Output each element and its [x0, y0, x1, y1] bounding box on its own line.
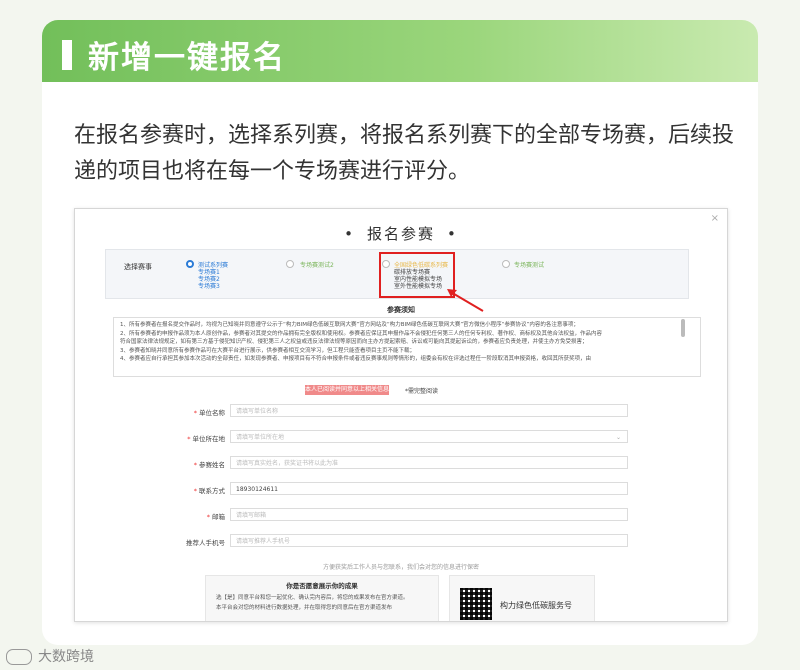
field-label-name: * 参赛姓名: [193, 461, 225, 469]
description-text: 在报名参赛时，选择系列赛，将报名系列赛下的全部专场赛，后续投递的项目也将在每一个…: [74, 123, 735, 184]
registration-dialog: × • 报名参赛 • 选择赛事 测试系列赛 专场赛1 专场赛2 专场赛3 专场赛测试…: [74, 208, 728, 622]
series-radio-1[interactable]: [186, 260, 194, 268]
required-mark: *: [187, 435, 191, 443]
dialog-title-text: 报名参赛: [366, 225, 435, 243]
agree-button[interactable]: 本人已阅读并同意以上相关信息: [305, 385, 389, 395]
watermark-logo-icon: [6, 649, 32, 665]
read-requirement-note: *需完整阅读: [405, 388, 439, 395]
series-option-2[interactable]: 专场赛测试2: [300, 260, 334, 269]
notice-line: 3、参赛者知晓并同意所有参赛作品可在大赛平台进行展示，供参赛者相互交流学习，但工…: [120, 347, 416, 354]
showcase-line: 选【是】同意平台和您一起优化、确认完内容后，将您的成果发布在官方渠道。: [216, 595, 409, 601]
participant-name-input[interactable]: 请填写真实姓名，获奖证书将以此为准: [230, 456, 628, 469]
series-sub-item: 专场赛2: [198, 276, 220, 283]
service-account-name: 构力绿色低碳服务号: [500, 601, 572, 610]
required-mark: *: [193, 487, 197, 495]
unit-location-select[interactable]: 请填写单位所在地 ⌄: [230, 430, 628, 443]
required-mark: *: [193, 409, 197, 417]
highlight-box: [379, 252, 455, 298]
required-mark: *: [193, 461, 197, 469]
contact-phone-input[interactable]: 18930124611: [230, 482, 628, 495]
qr-code-icon: [460, 588, 492, 620]
series-option-4[interactable]: 专场赛测试: [514, 260, 544, 269]
dialog-title: • 报名参赛 •: [75, 223, 727, 244]
series-option-1[interactable]: 测试系列赛: [198, 260, 228, 269]
series-sub-item: 专场赛1: [198, 269, 220, 276]
watermark: 大数跨境: [6, 646, 94, 666]
notice-scrollbar[interactable]: [681, 319, 685, 337]
chevron-down-icon: ⌄: [615, 434, 621, 441]
series-radio-2[interactable]: [286, 260, 294, 268]
field-label-contact: * 联系方式: [193, 487, 225, 495]
title-dot-icon: •: [447, 225, 458, 243]
series-sub-item: 专场赛3: [198, 283, 220, 290]
notice-line: 符合国家法律法规规定，如有第三方基于侵犯知识产权、侵犯第三人之权益或违反法律法规…: [120, 339, 588, 345]
notice-line: 4、参赛者应自行承担其参加本次活动的全部责任，如发现参赛者、申报项目有不符合申报…: [120, 356, 592, 362]
showcase-prompt: 你是否愿意展示你的成果 选【是】同意平台和您一起优化、确认完内容后，将您的成果发…: [205, 575, 439, 621]
series-radio-4[interactable]: [502, 260, 510, 268]
field-label-location: * 单位所在地: [187, 435, 225, 443]
notice-line: 1、所有参赛者在报名提交作品时，均视为已知晓并同意遵守公示于“构力BIM绿色低碳…: [120, 322, 579, 328]
series-label: 选择赛事: [124, 263, 152, 271]
notice-text[interactable]: 1、所有参赛者在报名提交作品时，均视为已知晓并同意遵守公示于“构力BIM绿色低碳…: [113, 317, 701, 377]
notice-line: 2、所有参赛者的申报作品须为本人原创作品，参赛者对其提交的作品拥有完全版权和使用…: [120, 330, 603, 337]
field-label-unit: * 单位名称: [193, 409, 225, 417]
field-label-email: * 邮箱: [206, 513, 225, 521]
referrer-phone-input[interactable]: 请填写推荐人手机号: [230, 534, 628, 547]
field-label-referrer: 推荐人手机号: [186, 539, 225, 547]
service-account-card: 构力绿色低碳服务号: [449, 575, 595, 621]
required-mark: *: [206, 513, 210, 521]
section-title: 新增一键报名: [88, 40, 286, 76]
privacy-tip: 方便获奖后工作人员与您联系，我们会对您的信息进行保密: [322, 564, 479, 571]
unit-name-input[interactable]: 请填写单位名称: [230, 404, 628, 417]
email-input[interactable]: 请填写邮箱: [230, 508, 628, 521]
title-dot-icon: •: [344, 225, 355, 243]
header-bar-icon: [62, 40, 72, 70]
showcase-line: 本平台会对您的材料进行数据处理，并在取得您的同意后在官方渠道发布: [216, 605, 393, 611]
notice-title: 参赛须知: [387, 306, 415, 314]
showcase-title: 你是否愿意展示你的成果: [286, 582, 358, 590]
